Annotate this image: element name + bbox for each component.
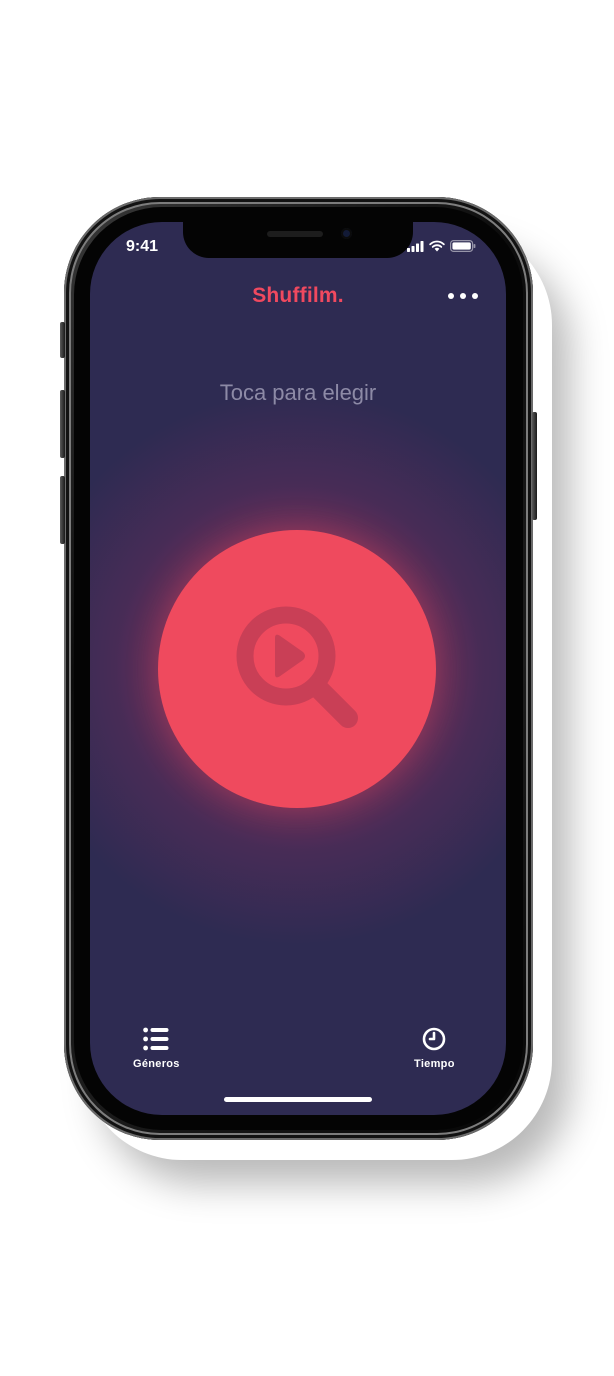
more-dots-icon (448, 293, 454, 299)
silent-switch (60, 322, 65, 358)
status-icons (407, 240, 476, 252)
speaker-grille (267, 231, 323, 237)
tab-genres-label: Géneros (133, 1058, 180, 1070)
tab-genres[interactable]: Géneros (133, 1027, 180, 1070)
search-play-icon (236, 606, 358, 728)
app-screen: 9:41 Shuffilm. Toca para elegir Géneros … (90, 222, 506, 1115)
list-icon (143, 1027, 169, 1051)
tab-time-label: Tiempo (414, 1058, 455, 1070)
device-mockup: 9:41 Shuffilm. Toca para elegir Géneros … (0, 0, 614, 1376)
battery-icon (450, 240, 476, 252)
tap-hint: Toca para elegir (219, 380, 377, 405)
power-button (532, 412, 537, 520)
volume-down-button (60, 476, 65, 544)
volume-up-button (60, 390, 65, 458)
clock-icon (423, 1027, 446, 1051)
notch (183, 222, 413, 258)
app-title: Shuffilm. (252, 284, 344, 307)
shuffle-button[interactable] (158, 530, 436, 808)
wifi-icon (429, 240, 445, 252)
camera-icon (341, 228, 352, 239)
tab-time[interactable]: Tiempo (414, 1027, 455, 1070)
more-dots-icon (472, 293, 478, 299)
more-options-button[interactable] (448, 290, 478, 302)
more-dots-icon (460, 293, 466, 299)
home-indicator[interactable] (224, 1097, 372, 1102)
status-time: 9:41 (126, 238, 159, 255)
signal-icon (407, 240, 424, 252)
